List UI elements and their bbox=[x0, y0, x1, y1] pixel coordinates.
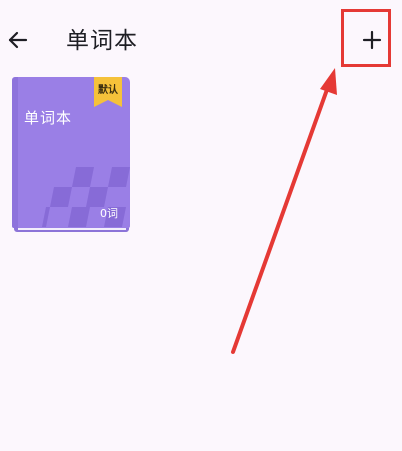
annotation-arrow bbox=[231, 68, 337, 354]
